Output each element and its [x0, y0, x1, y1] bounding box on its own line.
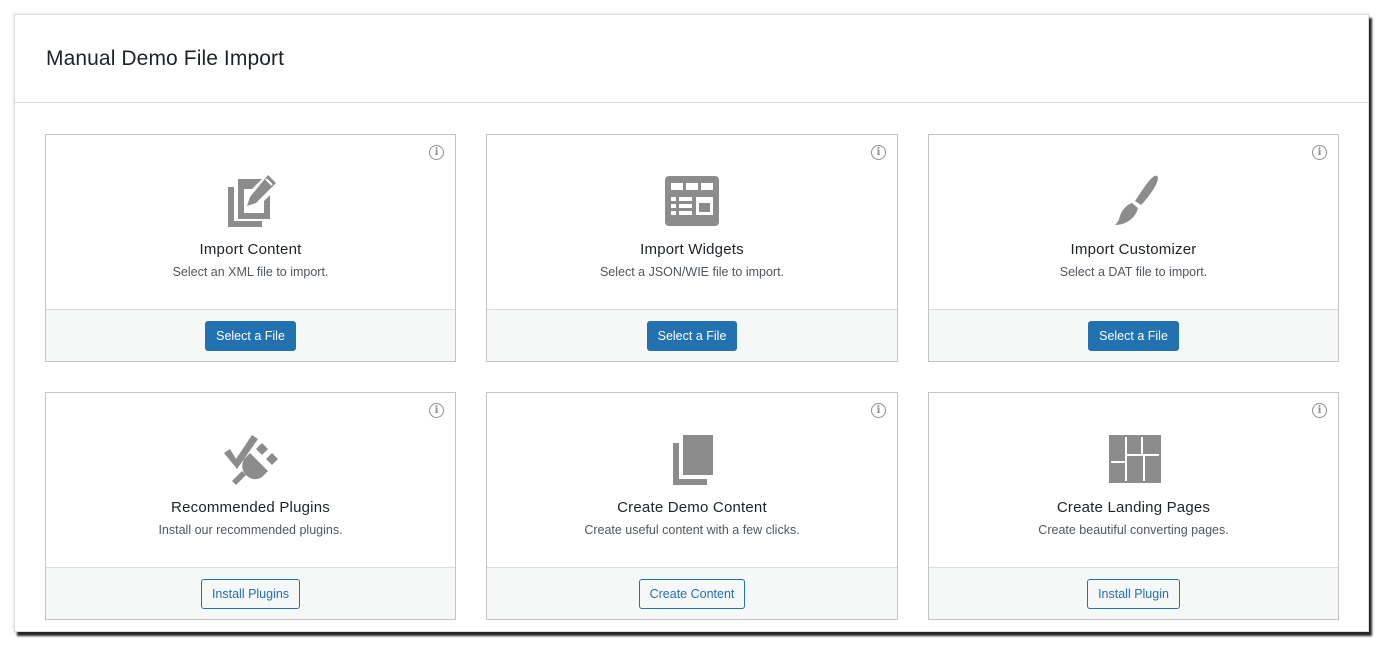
card-recommended-plugins: i Recommended Plugins Install our recomm…: [45, 392, 456, 620]
card-import-content: i Import Content Select an XML file to i…: [45, 134, 456, 362]
info-icon[interactable]: i: [429, 145, 444, 160]
create-content-button[interactable]: Create Content: [638, 578, 746, 609]
import-card-grid: i Import Content Select an XML file to i…: [45, 134, 1339, 620]
card-title: Import Customizer: [1070, 241, 1197, 258]
install-plugin-button[interactable]: Install Plugin: [1087, 578, 1180, 609]
widgets-icon: [663, 173, 721, 229]
card-title: Create Landing Pages: [1056, 499, 1211, 516]
layout-icon: [1105, 431, 1163, 487]
card-create-landing-pages: i Create Landing Pages Create beautiful …: [928, 392, 1339, 620]
select-file-button[interactable]: Select a File: [1088, 320, 1179, 351]
card-description: Select a DAT file to import.: [1059, 265, 1208, 279]
card-title: Create Demo Content: [617, 499, 767, 516]
plugin-icon: [222, 431, 280, 487]
demo-import-panel: Manual Demo File Import i Import Content…: [14, 14, 1369, 632]
install-plugins-button[interactable]: Install Plugins: [200, 578, 301, 609]
page-title: Manual Demo File Import: [46, 46, 285, 70]
info-icon[interactable]: i: [429, 403, 444, 418]
select-file-button[interactable]: Select a File: [646, 320, 738, 351]
import-content-icon: [222, 173, 280, 229]
card-title: Import Widgets: [640, 241, 744, 258]
card-description: Select an XML file to import.: [172, 265, 329, 279]
pages-icon: [663, 431, 721, 487]
card-create-demo-content: i Create Demo Content Create useful cont…: [486, 392, 898, 620]
info-icon[interactable]: i: [871, 403, 886, 418]
select-file-button[interactable]: Select a File: [205, 320, 296, 351]
card-description: Select a JSON/WIE file to import.: [599, 265, 785, 279]
panel-header: Manual Demo File Import: [15, 15, 1368, 103]
info-icon[interactable]: i: [871, 145, 886, 160]
card-title: Recommended Plugins: [171, 499, 330, 516]
info-icon[interactable]: i: [1312, 403, 1327, 418]
card-description: Create beautiful converting pages.: [1038, 523, 1229, 537]
card-description: Install our recommended plugins.: [158, 523, 343, 537]
card-description: Create useful content with a few clicks.: [584, 523, 800, 537]
card-import-customizer: i Import Customizer Select a DAT file to…: [928, 134, 1339, 362]
card-title: Import Content: [199, 241, 302, 258]
card-import-widgets: i Import Widgets Select a JSON/WIE file …: [486, 134, 898, 362]
paintbrush-icon: [1105, 173, 1163, 229]
info-icon[interactable]: i: [1312, 145, 1327, 160]
